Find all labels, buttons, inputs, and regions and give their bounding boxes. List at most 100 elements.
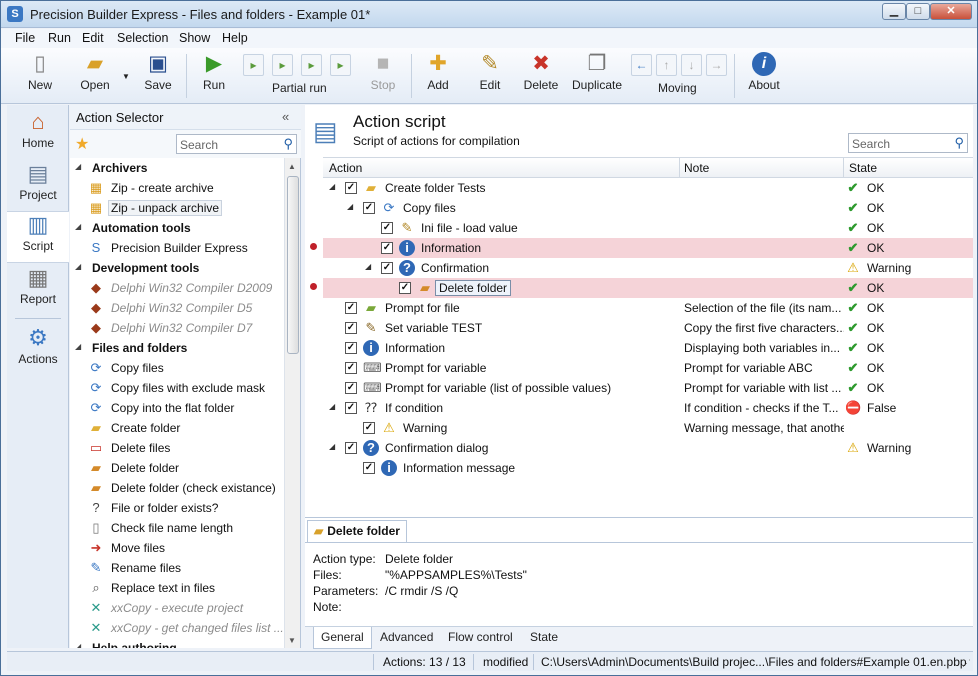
expand-arrow-icon[interactable]: ◢ [329, 182, 335, 191]
enable-checkbox[interactable]: ✓ [345, 322, 357, 334]
details-tab[interactable]: ▰ Delete folder [307, 520, 407, 542]
menu-show[interactable]: Show [179, 31, 210, 45]
expand-arrow-icon[interactable]: ◢ [365, 262, 371, 271]
selector-group[interactable]: ◢ Archivers [70, 158, 284, 178]
expand-arrow-icon[interactable]: ◢ [329, 402, 335, 411]
script-row[interactable]: ✓ i Information message [323, 458, 973, 478]
script-row[interactable]: ◢ ✓? Confirmation dialog ⚠ Warning [323, 438, 973, 458]
move-right-button[interactable]: → [706, 54, 727, 76]
menu-help[interactable]: Help [222, 31, 248, 45]
enable-checkbox[interactable]: ✓ [363, 462, 375, 474]
selector-item[interactable]: ◆ Delphi Win32 Compiler D5 [70, 298, 284, 318]
selector-item[interactable]: ▰ Delete folder (check existance) [70, 478, 284, 498]
script-row[interactable]: ✓ i Information ✔ OK [323, 238, 973, 258]
run-partial-fourth-button[interactable]: ▸ [330, 54, 351, 76]
selector-item[interactable]: ▦ Zip - unpack archive [70, 198, 284, 218]
add-button[interactable]: ✚ Add [423, 52, 453, 92]
selector-group[interactable]: ◢ Development tools [70, 258, 284, 278]
tab-advanced[interactable]: Advanced [373, 627, 440, 649]
duplicate-button[interactable]: ❐ Duplicate [571, 52, 623, 92]
maximize-button[interactable]: □ [906, 3, 930, 20]
run-partial-third-button[interactable]: ▸ [301, 54, 322, 76]
minimize-button[interactable]: ▁ [882, 3, 906, 20]
breakpoint-marker-icon[interactable] [310, 243, 317, 250]
move-down-button[interactable]: ↓ [681, 54, 702, 76]
script-row[interactable]: ✓ i Information Displaying both variables i… [323, 338, 973, 358]
expand-arrow-icon[interactable]: ◢ [75, 222, 81, 231]
nav-home[interactable]: ⌂ Home [7, 109, 69, 159]
selector-scrollbar[interactable]: ▲ ▼ [284, 158, 300, 648]
selector-item[interactable]: ▯ Check file name length [70, 518, 284, 538]
close-button[interactable]: ✕ [930, 3, 972, 20]
script-row[interactable]: ✓ ▰ Prompt for file Selection of the file (… [323, 298, 973, 318]
enable-checkbox[interactable]: ✓ [363, 422, 375, 434]
new-button[interactable]: ▯ New [25, 52, 55, 92]
expand-arrow-icon[interactable]: ◢ [75, 642, 81, 648]
tab-general[interactable]: General [313, 627, 372, 649]
expand-arrow-icon[interactable]: ◢ [329, 442, 335, 451]
title-bar[interactable]: S Precision Builder Express - Files and … [1, 1, 977, 28]
selector-item[interactable]: ◆ Delphi Win32 Compiler D7 [70, 318, 284, 338]
selector-item[interactable]: ▰ Delete folder [70, 458, 284, 478]
enable-checkbox[interactable]: ✓ [345, 302, 357, 314]
move-up-button[interactable]: ↑ [656, 54, 677, 76]
favorites-star-icon[interactable]: ★ [75, 134, 89, 154]
selector-item[interactable]: ✕ xxCopy - get changed files list ... [70, 618, 284, 638]
enable-checkbox[interactable]: ✓ [399, 282, 411, 294]
selector-item[interactable]: ⟳ Copy files with exclude mask [70, 378, 284, 398]
move-left-button[interactable]: ← [631, 54, 652, 76]
enable-checkbox[interactable]: ✓ [381, 262, 393, 274]
search-icon[interactable]: ⚲ [283, 136, 293, 152]
nav-script[interactable]: ▥ Script [7, 211, 69, 263]
enable-checkbox[interactable]: ✓ [381, 242, 393, 254]
script-row[interactable]: ◢ ✓ ⟳ Copy files ✔ OK [323, 198, 973, 218]
script-row[interactable]: ◢ ✓ ⁇ If condition If condition - checks if … [323, 398, 973, 418]
expand-arrow-icon[interactable]: ◢ [75, 162, 81, 171]
selector-item[interactable]: S Precision Builder Express [70, 238, 284, 258]
menu-run[interactable]: Run [48, 31, 71, 45]
run-partial-first-button[interactable]: ▸ [243, 54, 264, 76]
script-row[interactable]: ✓ ⚠ Warning Warning message, that another v… [323, 418, 973, 438]
nav-report[interactable]: ▦ Report [7, 265, 69, 315]
selector-item[interactable]: ▰ Create folder [70, 418, 284, 438]
breakpoint-gutter[interactable] [305, 177, 323, 497]
nav-actions[interactable]: ⚙ Actions [7, 325, 69, 375]
enable-checkbox[interactable]: ✓ [381, 222, 393, 234]
nav-project[interactable]: ▤ Project [7, 161, 69, 211]
selector-item[interactable]: ✎ Rename files [70, 558, 284, 578]
expand-arrow-icon[interactable]: ◢ [75, 342, 81, 351]
resize-grip-icon[interactable]: ⋰ [962, 658, 971, 669]
selector-search-input[interactable]: Search ⚲ [176, 134, 297, 154]
selector-item[interactable]: ▭ Delete files [70, 438, 284, 458]
selector-group[interactable]: ◢ Help authoring [70, 638, 284, 648]
selector-item[interactable]: ➜ Move files [70, 538, 284, 558]
enable-checkbox[interactable]: ✓ [345, 402, 357, 414]
open-dropdown-icon[interactable]: ▼ [122, 72, 130, 81]
enable-checkbox[interactable]: ✓ [345, 382, 357, 394]
script-row[interactable]: ✓ ⌨ Prompt for variable (list of possible … [323, 378, 973, 398]
menu-edit[interactable]: Edit [82, 31, 104, 45]
script-row[interactable]: ✓ ✎ Set variable TEST Copy the first five c… [323, 318, 973, 338]
stop-button[interactable]: ■ Stop [368, 52, 398, 92]
enable-checkbox[interactable]: ✓ [345, 182, 357, 194]
about-button[interactable]: i About [746, 52, 782, 92]
tab-state[interactable]: State [523, 627, 565, 649]
enable-checkbox[interactable]: ✓ [345, 342, 357, 354]
delete-button[interactable]: ✖ Delete [521, 52, 561, 92]
selector-item[interactable]: ? File or folder exists? [70, 498, 284, 518]
menu-file[interactable]: File [15, 31, 35, 45]
run-button[interactable]: ▶ Run [199, 52, 229, 92]
selector-group[interactable]: ◢ Automation tools [70, 218, 284, 238]
script-row[interactable]: ◢ ✓ ▰ Create folder Tests ✔ OK [323, 178, 973, 198]
open-button[interactable]: ▰ Open [77, 52, 113, 92]
tab-flow-control[interactable]: Flow control [441, 627, 520, 649]
collapse-panel-icon[interactable]: « [282, 109, 289, 124]
enable-checkbox[interactable]: ✓ [345, 362, 357, 374]
enable-checkbox[interactable]: ✓ [363, 202, 375, 214]
script-row[interactable]: ✓ ⌨ Prompt for variable Prompt for variable… [323, 358, 973, 378]
script-row[interactable]: ◢ ✓? Confirmation ⚠ Warning [323, 258, 973, 278]
expand-arrow-icon[interactable]: ◢ [347, 202, 353, 211]
column-action[interactable]: Action [329, 161, 362, 175]
breakpoint-marker-icon[interactable] [310, 283, 317, 290]
column-divider[interactable] [843, 158, 844, 178]
